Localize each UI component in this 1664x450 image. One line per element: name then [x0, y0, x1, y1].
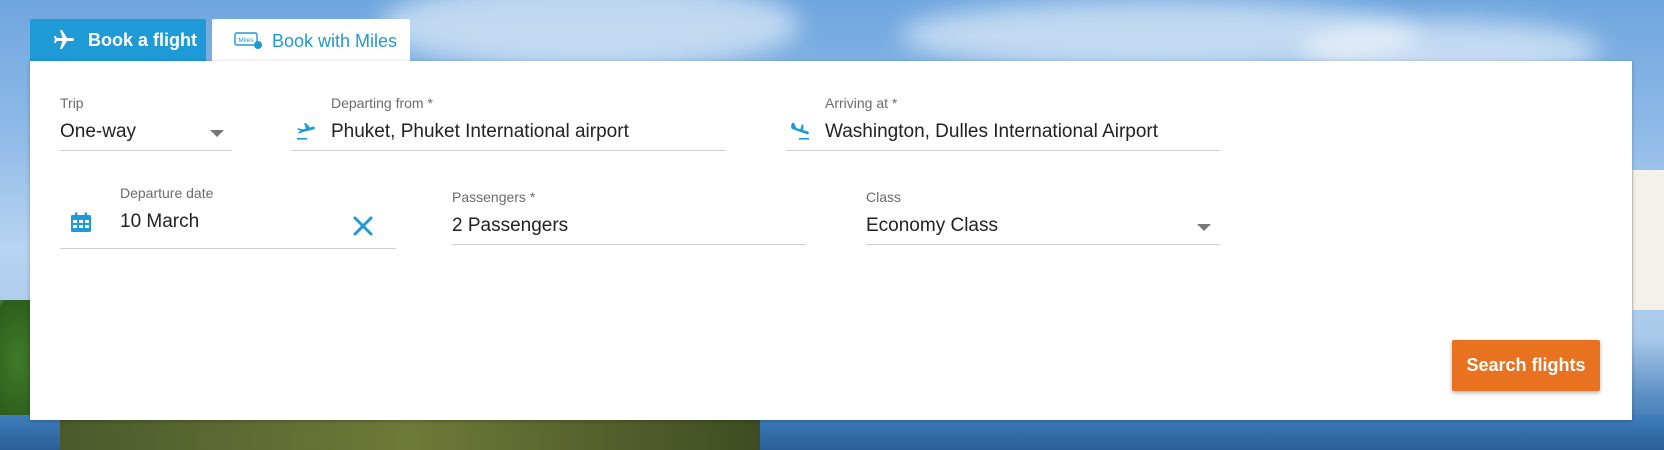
- search-flights-button[interactable]: Search flights: [1452, 340, 1600, 391]
- calendar-icon: [70, 212, 92, 234]
- close-icon[interactable]: [352, 215, 374, 237]
- passengers-value: 2 Passengers: [452, 215, 569, 236]
- arriving-at-input[interactable]: Arriving at * Washington, Dulles Interna…: [786, 91, 1220, 151]
- departing-from-input[interactable]: Departing from * Phuket, Phuket Internat…: [292, 91, 726, 151]
- departing-from-label: Departing from *: [331, 95, 433, 111]
- chevron-down-icon: [210, 130, 224, 137]
- landing-icon: [788, 119, 812, 143]
- trip-label: Trip: [60, 95, 84, 111]
- departure-date-label: Departure date: [120, 185, 214, 201]
- tab-book-a-flight-label: Book a flight: [88, 29, 197, 50]
- arriving-at-value: Washington, Dulles International Airport: [825, 121, 1159, 142]
- tab-book-with-miles-label: Book with Miles: [272, 30, 398, 51]
- departure-date-value: 10 March: [120, 211, 200, 232]
- tab-book-a-flight[interactable]: Book a flight: [30, 19, 206, 61]
- svg-text:Miles: Miles: [238, 37, 254, 44]
- trip-select[interactable]: Trip One-way: [60, 91, 232, 151]
- airplane-icon: [52, 28, 76, 52]
- departing-from-value: Phuket, Phuket International airport: [331, 121, 629, 142]
- trip-value: One-way: [60, 121, 137, 142]
- class-label: Class: [866, 189, 902, 205]
- departure-date-input[interactable]: Departure date 10 March: [60, 179, 396, 249]
- passengers-input[interactable]: Passengers * 2 Passengers: [452, 183, 806, 245]
- passengers-label: Passengers *: [452, 189, 536, 205]
- class-select[interactable]: Class Economy Class: [866, 183, 1220, 245]
- miles-icon: Miles: [234, 31, 264, 51]
- tab-book-with-miles[interactable]: Miles Book with Miles: [212, 19, 410, 63]
- chevron-down-icon: [1197, 224, 1211, 231]
- class-value: Economy Class: [866, 215, 998, 236]
- booking-form-panel: Trip One-way Departing from * Phuket, Ph…: [30, 61, 1632, 420]
- arriving-at-label: Arriving at *: [825, 95, 898, 111]
- takeoff-icon: [294, 119, 318, 143]
